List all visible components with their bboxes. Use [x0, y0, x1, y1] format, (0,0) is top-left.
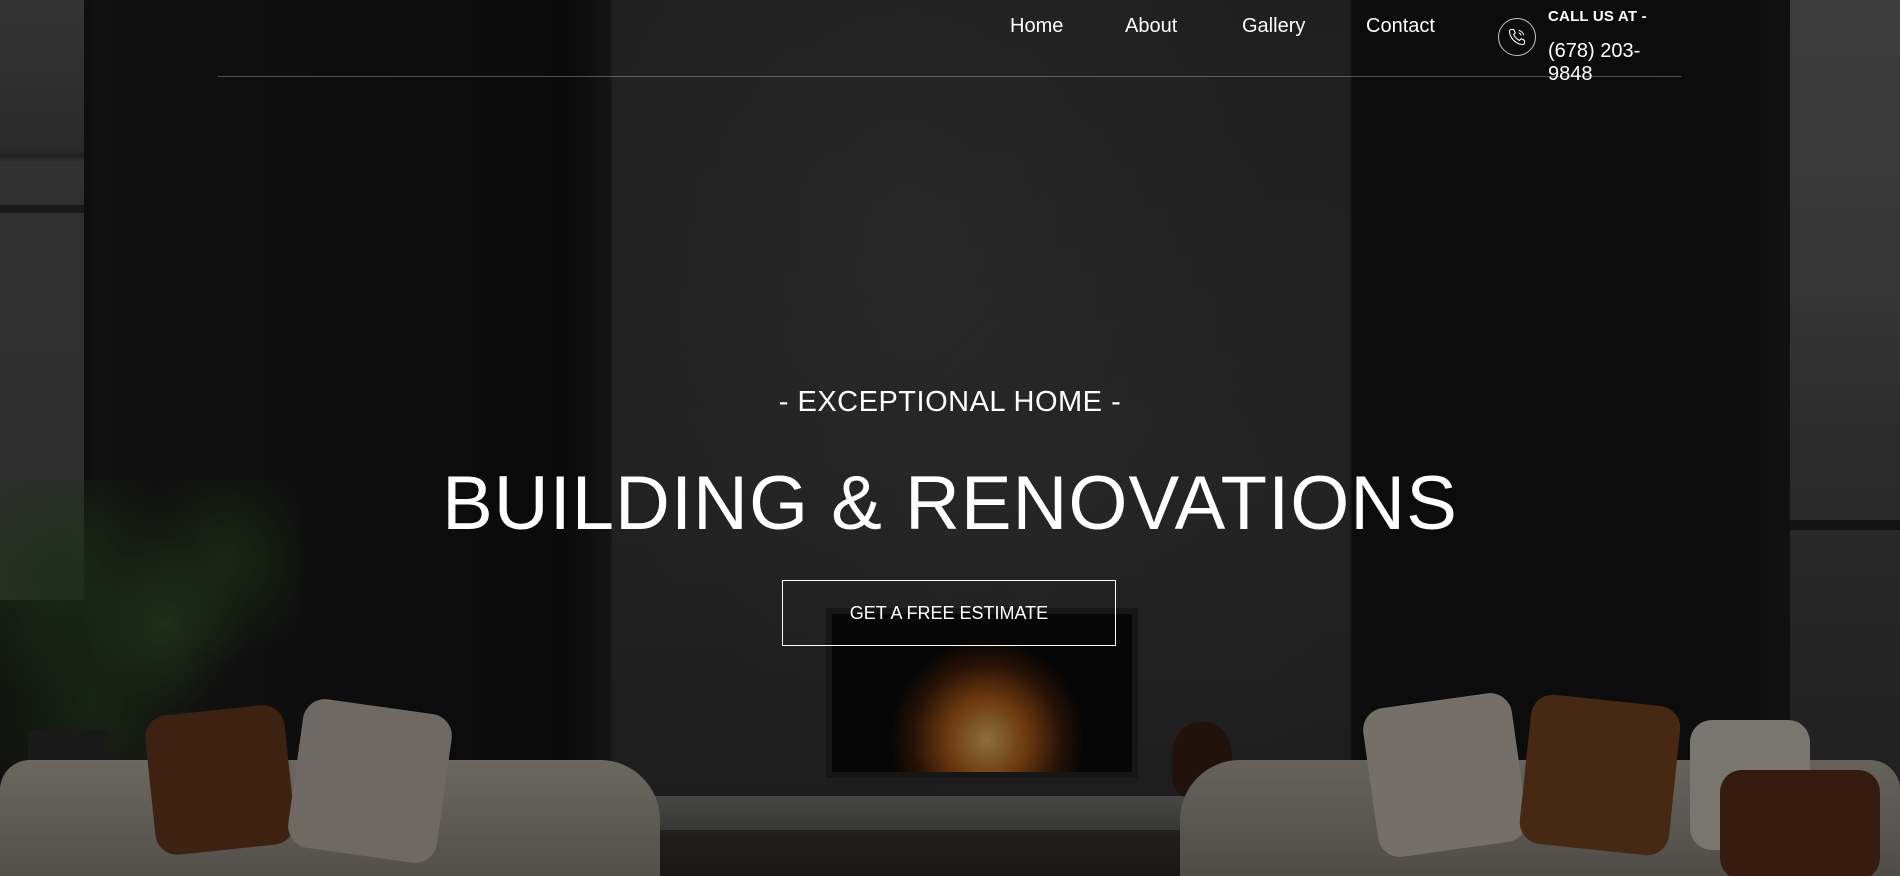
- nav-contact-link[interactable]: Contact: [1366, 15, 1435, 38]
- main-nav: Home About Gallery Contact: [218, 0, 1681, 76]
- free-estimate-button[interactable]: GET A FREE ESTIMATE: [782, 580, 1116, 646]
- hero-headline: BUILDING & RENOVATIONS: [442, 461, 1458, 546]
- nav-about-link[interactable]: About: [1125, 15, 1177, 38]
- call-us-label: CALL US AT -: [1548, 8, 1647, 25]
- phone-icon-glyph: [1508, 28, 1526, 46]
- nav-home-link[interactable]: Home: [1010, 15, 1063, 38]
- phone-number-link[interactable]: (678) 203-9848: [1548, 40, 1681, 86]
- hero-kicker: - EXCEPTIONAL HOME -: [778, 386, 1122, 418]
- phone-icon[interactable]: [1498, 18, 1536, 56]
- nav-gallery-link[interactable]: Gallery: [1242, 15, 1305, 38]
- site-header: Home About Gallery Contact CALL US AT - …: [218, 0, 1681, 85]
- hero-section: Home About Gallery Contact CALL US AT - …: [0, 0, 1900, 876]
- dark-overlay: [0, 0, 1900, 876]
